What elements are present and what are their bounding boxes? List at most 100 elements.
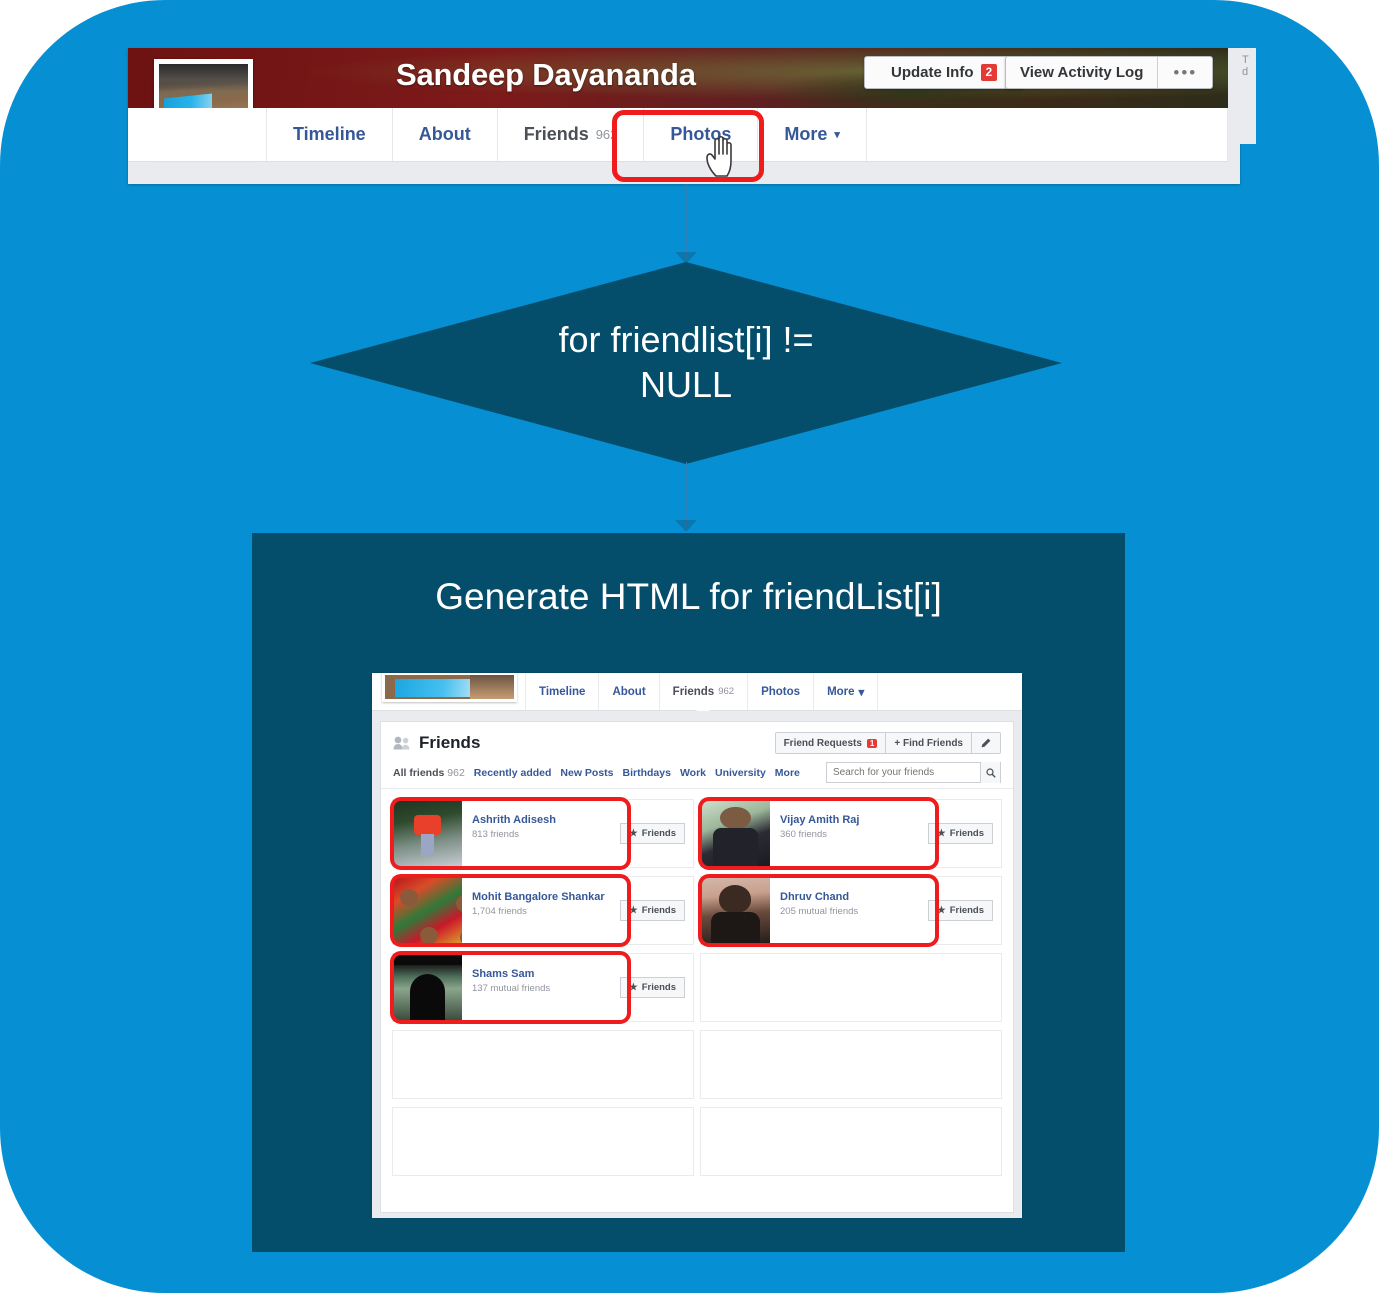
friends-list-screenshot: Timeline About Friends 962 Photos More ▾ xyxy=(372,673,1022,1218)
inner-tabs: Timeline About Friends 962 Photos More ▾ xyxy=(525,673,879,710)
process-node: Generate HTML for friendList[i] Timeline… xyxy=(252,533,1125,1252)
filter-all-friends-count: 962 xyxy=(447,766,465,779)
view-activity-log-label: View Activity Log xyxy=(1020,64,1144,81)
friend-card[interactable]: Ashrith Adisesh 813 friends ★ Friends xyxy=(390,797,694,870)
inner-tab-friends-count: 962 xyxy=(718,686,735,697)
view-activity-log-button[interactable]: View Activity Log xyxy=(1006,57,1159,88)
friend-card[interactable]: Vijay Amith Raj 360 friends ★ Friends xyxy=(698,797,1002,870)
tab-friends-count: 962 xyxy=(595,127,618,142)
inner-tabs-filler xyxy=(877,673,879,710)
friends-status-label: Friends xyxy=(641,982,676,993)
tab-timeline[interactable]: Timeline xyxy=(266,108,393,161)
tab-about-label: About xyxy=(418,124,471,144)
cutoff-ui-sliver-text: T d xyxy=(1242,54,1249,79)
filter-all-friends[interactable]: All friends 962 xyxy=(393,764,474,788)
update-info-button[interactable]: Update Info 2 xyxy=(864,56,1025,89)
friend-name[interactable]: Mohit Bangalore Shankar xyxy=(472,891,620,903)
update-info-badge: 2 xyxy=(980,64,998,81)
inner-tab-timeline-label: Timeline xyxy=(539,685,586,698)
inner-profile-tabstrip: Timeline About Friends 962 Photos More ▾ xyxy=(372,673,1022,711)
friend-card[interactable]: Dhruv Chand 205 mutual friends ★ Friends xyxy=(698,874,1002,947)
friends-status-button[interactable]: ★ Friends xyxy=(620,977,685,998)
tab-about[interactable]: About xyxy=(393,108,498,161)
edit-friends-button[interactable] xyxy=(972,732,1001,754)
friends-panel-title: Friends xyxy=(419,733,481,752)
inner-tab-friends-label: Friends xyxy=(672,685,715,698)
tab-more-label: More xyxy=(784,124,828,144)
friend-name[interactable]: Vijay Amith Raj xyxy=(780,814,928,826)
avatar[interactable] xyxy=(701,877,770,944)
more-options-icon[interactable]: ••• xyxy=(1158,57,1212,88)
inner-tab-timeline[interactable]: Timeline xyxy=(525,673,598,710)
friend-info: Mohit Bangalore Shankar 1,704 friends xyxy=(462,877,620,944)
friend-meta: 1,704 friends xyxy=(472,906,527,917)
avatar[interactable] xyxy=(701,800,770,867)
inner-tab-about[interactable]: About xyxy=(598,673,658,710)
friend-cell xyxy=(697,1103,1005,1180)
search-input[interactable] xyxy=(833,767,994,778)
filter-birthdays[interactable]: Birthdays xyxy=(623,764,680,787)
tabstrip-filler xyxy=(867,108,1228,161)
search-icon[interactable] xyxy=(980,762,1000,783)
friend-requests-badge: 1 xyxy=(866,738,878,748)
inner-tab-more[interactable]: More ▾ xyxy=(813,673,877,710)
hand-cursor-icon xyxy=(706,135,732,177)
filter-work[interactable]: Work xyxy=(680,764,715,787)
friend-info: Shams Sam 137 mutual friends xyxy=(462,954,620,1021)
friends-panel-header: Friends Friend Requests 1 + Find Friends xyxy=(381,722,1013,760)
friends-status-label: Friends xyxy=(641,828,676,839)
friend-card[interactable]: Mohit Bangalore Shankar 1,704 friends ★ … xyxy=(390,874,694,947)
friend-action: ★ Friends xyxy=(620,954,693,1021)
friend-card-placeholder xyxy=(392,1030,694,1099)
friends-status-button[interactable]: ★ Friends xyxy=(620,823,685,844)
decision-node: for friendlist[i] != NULL xyxy=(310,262,1062,464)
friend-name[interactable]: Dhruv Chand xyxy=(780,891,928,903)
friend-card[interactable]: Shams Sam 137 mutual friends ★ Friends xyxy=(390,951,694,1024)
friends-status-label: Friends xyxy=(949,905,984,916)
update-info-button-inner[interactable]: Update Info 2 xyxy=(877,57,1011,88)
inner-profile-picture[interactable] xyxy=(382,673,517,702)
friends-filter-bar: All friends 962 Recently added New Posts… xyxy=(381,760,1013,789)
friend-requests-button[interactable]: Friend Requests 1 xyxy=(774,732,887,754)
page-title: Sandeep Dayananda xyxy=(396,57,696,92)
friends-panel-actions: Friend Requests 1 + Find Friends xyxy=(774,732,1001,754)
cutoff-ui-sliver: T d xyxy=(1240,48,1256,144)
friends-group-icon xyxy=(393,736,410,750)
friend-meta: 137 mutual friends xyxy=(472,983,551,994)
friend-meta: 360 friends xyxy=(780,829,828,840)
friend-cell xyxy=(697,1026,1005,1103)
friends-panel-title-group: Friends xyxy=(393,733,480,753)
friends-status-button[interactable]: ★ Friends xyxy=(620,900,685,921)
filter-new-posts[interactable]: New Posts xyxy=(560,764,622,787)
connector-arrow-2 xyxy=(675,520,697,532)
friend-action: ★ Friends xyxy=(620,877,693,944)
avatar[interactable] xyxy=(393,954,462,1021)
friend-card-placeholder xyxy=(700,1030,1002,1099)
friend-cell: Dhruv Chand 205 mutual friends ★ Friends xyxy=(697,872,1005,949)
friends-status-button[interactable]: ★ Friends xyxy=(928,823,993,844)
friend-cell: Ashrith Adisesh 813 friends ★ Friends xyxy=(389,795,697,872)
profile-tabstrip: Timeline About Friends 962 Photos More ▾ xyxy=(128,108,1228,162)
filter-more[interactable]: More xyxy=(775,764,809,787)
find-friends-button[interactable]: + Find Friends xyxy=(886,732,972,754)
friend-name[interactable]: Ashrith Adisesh xyxy=(472,814,620,826)
friends-search-box[interactable] xyxy=(826,762,1001,783)
friend-cell xyxy=(697,949,1005,1026)
friend-meta: 813 friends xyxy=(472,829,520,840)
flowchart-canvas: Sandeep Dayananda Update Info 2 View Act… xyxy=(0,0,1379,1293)
friend-info: Dhruv Chand 205 mutual friends xyxy=(770,877,928,944)
star-icon: ★ xyxy=(937,828,946,839)
avatar[interactable] xyxy=(393,877,462,944)
filter-recently-added[interactable]: Recently added xyxy=(474,764,561,787)
filter-university[interactable]: University xyxy=(715,764,775,787)
avatar[interactable] xyxy=(393,800,462,867)
inner-tab-about-label: About xyxy=(612,685,646,698)
inner-tab-friends[interactable]: Friends 962 xyxy=(658,673,747,710)
friend-meta: 205 mutual friends xyxy=(780,906,859,917)
friend-cell: Mohit Bangalore Shankar 1,704 friends ★ … xyxy=(389,872,697,949)
friend-name[interactable]: Shams Sam xyxy=(472,968,620,980)
tab-more[interactable]: More ▾ xyxy=(758,108,867,161)
friends-status-button[interactable]: ★ Friends xyxy=(928,900,993,921)
inner-tab-photos[interactable]: Photos xyxy=(747,673,813,710)
tab-friends[interactable]: Friends 962 xyxy=(498,108,645,161)
